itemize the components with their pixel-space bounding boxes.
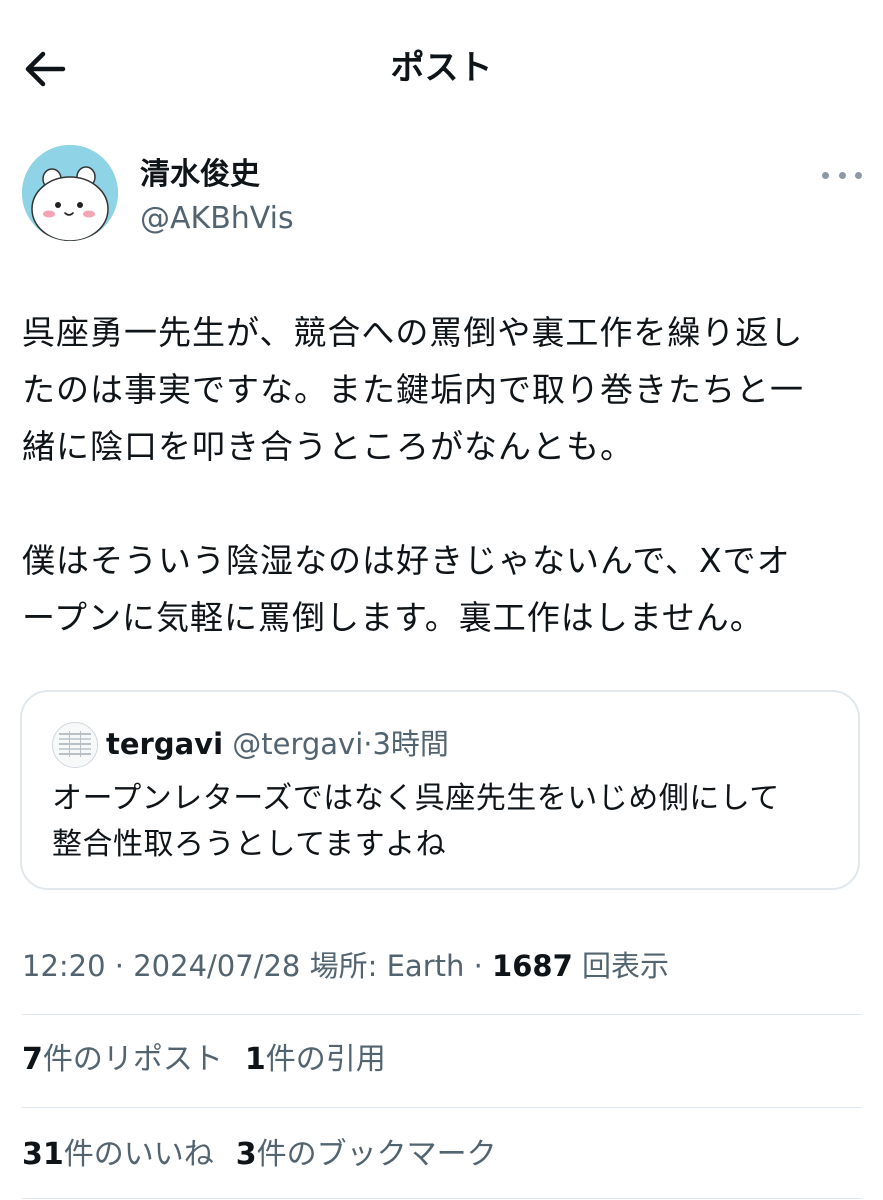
repost-stats-row: 7件のリポスト 1件の引用 — [22, 1038, 408, 1082]
author-row: 清水俊史 @AKBhVis — [22, 145, 862, 245]
likes-stat[interactable]: 31件のいいね — [22, 1133, 214, 1177]
quotes-label: 件の引用 — [265, 1042, 386, 1077]
post-location[interactable]: 場所: Earth — [300, 949, 465, 983]
quote-timestamp: 3時間 — [372, 727, 449, 761]
likes-label: 件のいいね — [63, 1137, 214, 1172]
reposts-count: 7 — [22, 1042, 43, 1077]
post-text-line: ープンに気軽に罵倒します。裏工作はしません。 — [22, 598, 764, 637]
post-text-line: 僕はそういう陰湿なのは好きじゃないんで、Xでオ — [22, 541, 791, 580]
post-text: 呉座勇一先生が、競合への罵倒や裏工作を繰り返し たのは事実ですな。また鍵垢内で取… — [22, 304, 870, 646]
bookmarks-label: 件のブックマーク — [256, 1137, 497, 1172]
avatar[interactable] — [22, 145, 118, 241]
author-display-name[interactable]: 清水俊史 — [140, 155, 260, 195]
views-count: 1687 — [492, 949, 573, 983]
quote-text-line: 整合性取ろうとしてますよね — [52, 827, 447, 862]
bookmarks-count: 3 — [235, 1137, 257, 1172]
quote-text-line: オープンレターズではなく呉座先生をいじめ側にして — [52, 781, 780, 816]
more-options-button[interactable] — [822, 163, 862, 187]
avatar-character-icon — [22, 145, 118, 241]
top-bar: ポスト — [0, 0, 883, 140]
quote-avatar-image-icon — [53, 723, 97, 767]
author-handle[interactable]: @AKBhVis — [140, 199, 294, 239]
post-text-line: たのは事実ですな。また鍵垢内で取り巻きたちと一 — [22, 370, 804, 409]
views-label: 回表示 — [572, 949, 669, 983]
quote-display-name: tergavi — [106, 727, 224, 761]
post-text-line: 緒に陰口を叩き合うところがなんとも。 — [22, 427, 634, 466]
reposts-stat[interactable]: 7件のリポスト — [22, 1038, 223, 1082]
quoted-post[interactable]: tergavi @tergavi·3時間 オープンレターズではなく呉座先生をいじ… — [20, 690, 860, 890]
meta-separator: · — [464, 949, 493, 983]
post-text-line: 呉座勇一先生が、競合への罵倒や裏工作を繰り返し — [22, 313, 804, 352]
quote-text: オープンレターズではなく呉座先生をいじめ側にして 整合性取ろうとしてますよね — [52, 776, 842, 868]
more-horizontal-icon — [822, 171, 829, 179]
more-horizontal-icon-dot — [855, 171, 862, 179]
meta-separator: · — [105, 949, 134, 983]
divider — [22, 1198, 862, 1199]
like-stats-row: 31件のいいね 3件のブックマーク — [22, 1133, 519, 1177]
post-paragraph-gap — [22, 475, 870, 532]
more-horizontal-icon-dot — [838, 171, 846, 179]
likes-count: 31 — [22, 1137, 64, 1172]
quote-avatar — [52, 722, 98, 768]
quote-header: tergavi @tergavi·3時間 — [106, 722, 449, 766]
post-time: 12:20 — [22, 949, 106, 983]
divider — [22, 1107, 862, 1108]
quote-handle: @tergavi — [232, 727, 364, 761]
quotes-count: 1 — [244, 1042, 266, 1077]
post-date: 2024/07/28 — [133, 949, 301, 983]
reposts-label: 件のリポスト — [42, 1042, 223, 1077]
quotes-stat[interactable]: 1件の引用 — [245, 1038, 386, 1082]
divider — [22, 1014, 862, 1015]
bookmarks-stat[interactable]: 3件のブックマーク — [236, 1133, 497, 1177]
post-meta: 12:20 · 2024/07/28 場所: Earth · 1687 回表示 — [22, 944, 669, 988]
page-title: ポスト — [390, 48, 493, 88]
